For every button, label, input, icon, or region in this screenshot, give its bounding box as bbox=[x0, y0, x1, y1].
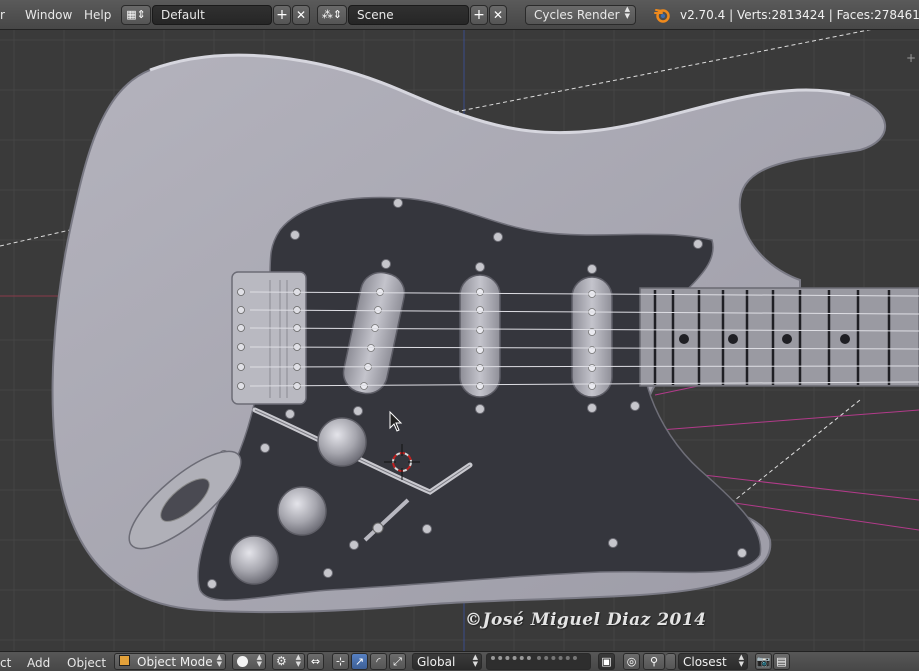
transform-manipulator-icon[interactable]: ⊹ bbox=[332, 653, 349, 670]
shading-dropdown[interactable]: ▲ ▼ bbox=[232, 653, 266, 670]
menu-help[interactable]: Help bbox=[84, 8, 111, 22]
layer-lock-icon[interactable]: ▣ bbox=[598, 653, 615, 670]
info-header: r Window Help ▦⇕ Default + ✕ ⁂⇕ Scene + … bbox=[0, 0, 919, 30]
3d-viewport[interactable]: + ©José Miguel Diaz 2014 bbox=[0, 30, 919, 651]
menu-select[interactable]: ct bbox=[0, 656, 11, 670]
delete-scene-button[interactable]: ✕ bbox=[489, 5, 507, 25]
render-animation-icon[interactable]: ▤ bbox=[773, 653, 790, 670]
copyright-watermark: ©José Miguel Diaz 2014 bbox=[465, 610, 707, 630]
orientation-label: Global bbox=[417, 655, 456, 669]
render-engine-label: Cycles Render bbox=[534, 8, 620, 22]
pivot-dropdown[interactable]: ⚙ ▲ ▼ bbox=[272, 653, 305, 670]
chevron-updown-icon: ▲ ▼ bbox=[256, 653, 262, 668]
delete-screen-button[interactable]: ✕ bbox=[292, 5, 310, 25]
layer-buttons[interactable] bbox=[486, 653, 591, 670]
snap-target-label: Closest bbox=[683, 655, 727, 669]
menu-render[interactable]: r bbox=[0, 8, 5, 22]
orientation-dropdown[interactable]: Global ▲ ▼ bbox=[412, 653, 482, 670]
layers-row-top-2 bbox=[537, 656, 577, 665]
render-engine-dropdown[interactable]: Cycles Render ▲ ▼ bbox=[525, 5, 636, 25]
layers-row-top bbox=[491, 656, 531, 665]
render-icon[interactable]: 📷 bbox=[755, 653, 772, 670]
object-mode-icon bbox=[119, 655, 130, 666]
rotate-manipulator-icon[interactable]: ◜ bbox=[370, 653, 387, 670]
menu-add[interactable]: Add bbox=[27, 656, 50, 670]
snap-target-dropdown[interactable]: Closest ▲ ▼ bbox=[678, 653, 748, 670]
mode-label: Object Mode bbox=[137, 655, 213, 669]
mode-dropdown[interactable]: Object Mode ▲ ▼ bbox=[114, 653, 226, 670]
chevron-updown-icon: ▲ ▼ bbox=[216, 653, 222, 668]
blender-logo-icon bbox=[654, 9, 670, 23]
screen-layout-field[interactable]: Default bbox=[152, 5, 272, 25]
fretboard bbox=[639, 287, 919, 387]
scene-stats: v2.70.4 | Verts:2813424 | Faces:2784617 … bbox=[680, 8, 919, 22]
translate-manipulator-icon[interactable]: ↗ bbox=[351, 653, 368, 670]
chevron-updown-icon: ▲ ▼ bbox=[624, 5, 630, 20]
chevron-updown-icon: ▲ ▼ bbox=[295, 653, 301, 668]
scene-icon[interactable]: ⁂⇕ bbox=[317, 5, 347, 25]
svg-text:+: + bbox=[906, 51, 916, 65]
3d-view-header: ct Add Object Object Mode ▲ ▼ ▲ ▼ ⚙ ▲ ▼ ⇔ ⊹… bbox=[0, 651, 919, 671]
add-screen-button[interactable]: + bbox=[273, 5, 291, 25]
scale-manipulator-icon[interactable]: ⤢ bbox=[389, 653, 406, 670]
proportional-edit-icon[interactable]: ◎ bbox=[623, 653, 640, 670]
pivot-icon: ⚙ bbox=[276, 654, 287, 668]
menu-window[interactable]: Window bbox=[25, 8, 72, 22]
chevron-updown-icon: ▲ ▼ bbox=[472, 653, 478, 668]
viewport-scene: + bbox=[0, 30, 919, 651]
scene-field[interactable]: Scene bbox=[348, 5, 469, 25]
chevron-updown-icon: ▲ ▼ bbox=[738, 653, 744, 668]
solid-shading-icon bbox=[237, 656, 248, 667]
screen-layout-icon[interactable]: ▦⇕ bbox=[121, 5, 151, 25]
snap-element-icon[interactable] bbox=[666, 653, 676, 670]
menu-object[interactable]: Object bbox=[67, 656, 106, 670]
add-scene-button[interactable]: + bbox=[470, 5, 488, 25]
manipulator-toggle-icon[interactable]: ⇔ bbox=[307, 653, 324, 670]
snap-toggle-icon[interactable]: ⚲ bbox=[643, 653, 665, 670]
